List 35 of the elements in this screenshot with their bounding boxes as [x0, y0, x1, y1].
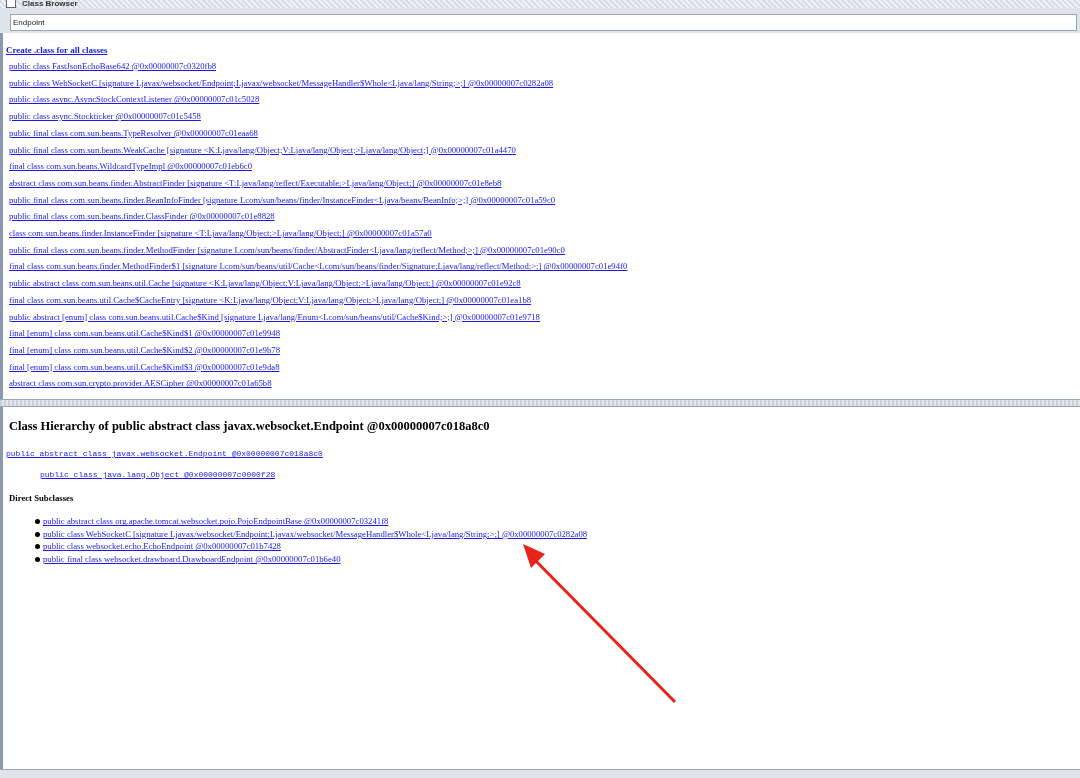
subclass-link[interactable]: public final class websocket.drawboard.DrawboardEndpoint @0x00000007c01b6e40 — [43, 552, 341, 566]
class-link[interactable]: public final class com.sun.beans.finder.BeanInfoFinder [signature Lcom/sun/beans/finder/InstanceFinder<Ljava/beans/BeanInfo;>;] @0x00000007c01a59c0 — [9, 191, 556, 209]
subclasses-heading: Direct Subclasses — [9, 493, 75, 504]
hierarchy-link[interactable]: public class java.lang.Object @0x00000007c0000f28 — [40, 469, 276, 479]
class-link[interactable]: public class async.AsyncStockContextListener @0x00000007c01c5028 — [9, 91, 260, 109]
class-link[interactable]: final [enum] class com.sun.beans.util.Cache$Kind$3 @0x00000007c01e9da8 — [9, 358, 280, 376]
class-link[interactable]: public final class com.sun.beans.finder.MethodFinder [signature Lcom/sun/beans/finder/AbstractFinder<Ljava/lang/reflect/Method;>;] @0x00000007c01e90c0 — [9, 241, 565, 259]
class-link[interactable]: public class WebSocketC [signature Ljavax/websocket/Endpoint;Ljavax/websocket/MessageHandler$Whole<Ljava/lang/String;>;] @0x00000007c0282a08 — [9, 74, 554, 92]
bullet-icon — [35, 556, 40, 562]
class-link[interactable]: abstract class com.sun.crypto.provider.AESCipher @0x00000007c01a65b8 — [9, 375, 272, 393]
class-link[interactable]: final [enum] class com.sun.beans.util.Cache$Kind$1 @0x00000007c01e9948 — [9, 325, 280, 342]
class-link[interactable]: public final class com.sun.beans.finder.ClassFinder @0x00000007c01e8828 — [9, 208, 275, 226]
class-link[interactable]: public final class com.sun.beans.WeakCache [signature <K:Ljava/lang/Object;V:Ljava/lang/Object;>Ljava/lang/Object;] @0x00000007c01a4470 — [9, 141, 516, 159]
create-classes-link[interactable]: Create .class for all classes — [6, 45, 108, 55]
hierarchy-link[interactable]: public abstract class javax.websocket.Endpoint @0x00000007c018a8c0 — [6, 449, 323, 458]
window-title: Class Browser — [22, 0, 78, 8]
class-link[interactable]: public final class com.sun.beans.TypeResolver @0x00000007c01eaa68 — [9, 124, 258, 142]
class-link[interactable]: public class async.Stockticker @0x00000007c01c5458 — [9, 108, 201, 125]
class-link[interactable]: final class com.sun.beans.finder.MethodFinder$1 [signature Lcom/sun/beans/util/Cache<Lcom/sun/beans/finder/Signature;Ljava/lang/reflect/Method;>;] @0x00000007c01e94f0 — [9, 258, 628, 276]
class-link[interactable]: class com.sun.beans.finder.InstanceFinder [signature <T:Ljava/lang/Object;>Ljava/lang/Object;] @0x00000007c01a57a0 — [9, 225, 432, 242]
class-link[interactable]: public class FastJsonEchoBase642 @0x00000007c0320fb8 — [9, 58, 217, 75]
class-link[interactable]: final class com.sun.beans.util.Cache$CacheEntry [signature <K:Ljava/lang/Object;V:Ljava/lang/Object;>Ljava/lang/Object;] @0x00000007c01ea1b8 — [9, 291, 532, 309]
search-field[interactable]: Endpoint — [10, 14, 1077, 31]
class-link[interactable]: abstract class com.sun.beans.finder.AbstractFinder [signature <T:Ljava/lang/reflect/Executable;>Ljava/lang/Object;] @0x00000007c01e8eb8 — [9, 174, 502, 192]
subclass-link[interactable]: public abstract class org.apache.tomcat.websocket.pojo.PojoEndpointBase @0x00000007c03241f8 — [43, 515, 389, 528]
class-link[interactable]: public abstract class com.sun.beans.util.Cache [signature <K:Ljava/lang/Object;V:Ljava/lang/Object;>Ljava/lang/Object;] @0x00000007c01e92c8 — [9, 275, 521, 292]
subclass-link[interactable]: public class WebSocketC [signature Ljavax/websocket/Endpoint;Ljavax/websocket/MessageHandler$Whole<Ljava/lang/String;>;] @0x00000007c0282a08 — [43, 527, 588, 541]
subclass-link[interactable]: public class websocket.echo.EchoEndpoint @0x00000007c01b7428 — [43, 540, 281, 553]
hierarchy-title: Class Hierarchy of public abstract class javax.websocket.Endpoint @0x00000007c018a8c0 — [9, 419, 491, 434]
class-link[interactable]: final [enum] class com.sun.beans.util.Cache$Kind$2 @0x00000007c01e9b78 — [9, 341, 280, 359]
class-link[interactable]: public abstract [enum] class com.sun.beans.util.Cache$Kind [signature Ljava/lang/Enum<Lcom/sun/beans/util/Cache$Kind;>;] @0x00000007c01e9718 — [9, 308, 540, 326]
bullet-icon — [35, 544, 40, 550]
bullet-icon — [35, 519, 40, 525]
bullet-icon — [35, 531, 40, 537]
class-link[interactable]: final class com.sun.beans.WildcardTypeImpl @0x00000007c01eb6c0 — [9, 158, 252, 175]
